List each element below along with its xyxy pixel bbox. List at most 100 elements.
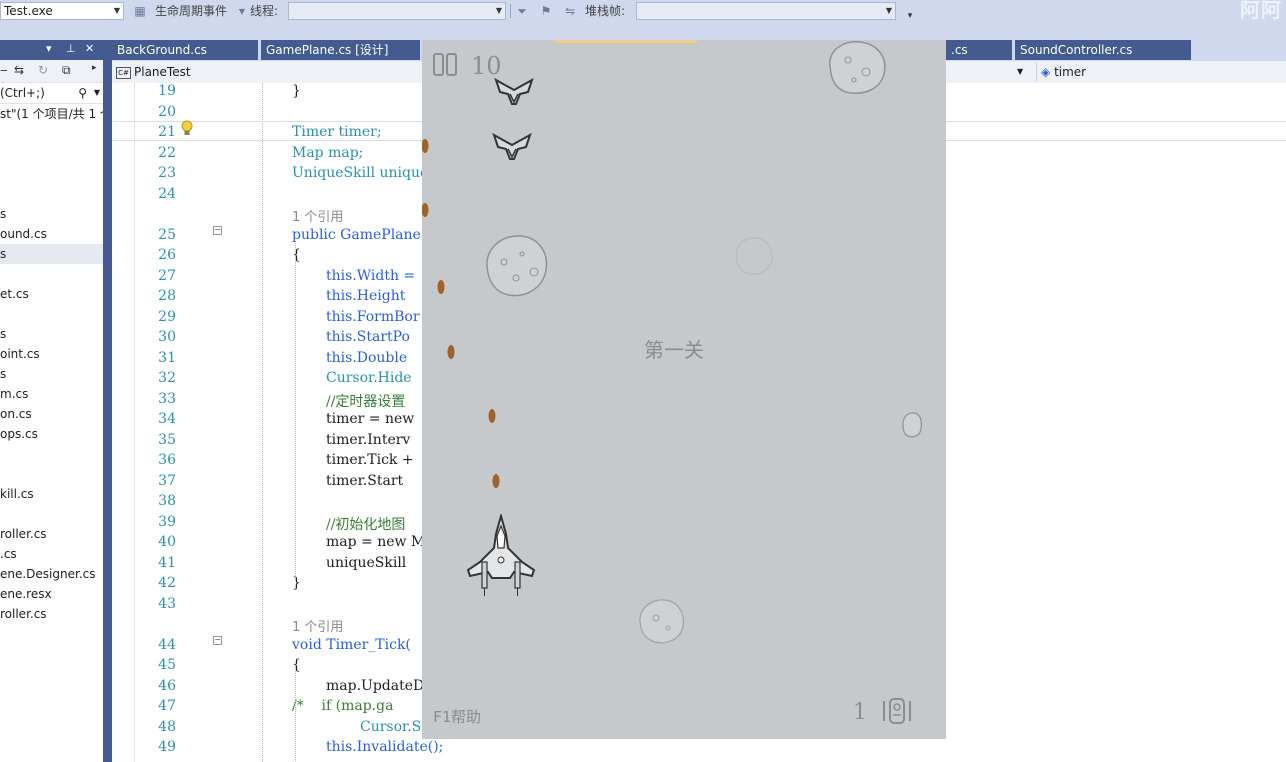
tab-cs[interactable]: .cs [946,40,1012,60]
code-text: } [292,83,301,99]
solution-file-item[interactable]: ops.cs [0,424,103,444]
game-window[interactable]: 10 第一关 F1帮助 1 [422,40,946,739]
back-icon[interactable]: ‒ [0,63,8,77]
player-plane[interactable] [466,514,536,598]
tab-soundcontroller-cs[interactable]: SoundController.cs [1015,40,1191,60]
solution-file-item[interactable]: .cs [0,544,103,564]
bullet [488,409,496,423]
solution-file-item[interactable] [0,464,103,484]
code-text: { [292,247,301,263]
tab-label: GamePlane.cs [设计] [266,43,389,57]
solution-file-item[interactable]: ound.cs [0,224,103,244]
flag-icon[interactable]: ⚑ [538,3,554,19]
bomb-count: 1 [853,700,867,725]
code-line: 49 this.Invalidate(); [112,739,1286,760]
solution-file-item[interactable]: m.cs [0,384,103,404]
solution-file-item[interactable]: roller.cs [0,524,103,544]
line-number: 29 [158,308,176,325]
code-text: void Timer_Tick( [292,636,411,653]
solution-file-item[interactable] [0,124,103,144]
solution-file-item[interactable]: s [0,324,103,344]
close-icon[interactable]: ✕ [85,42,94,55]
pause-icon[interactable] [433,53,458,77]
code-text: Cursor.Hide [326,370,412,386]
overflow-icon[interactable]: ▾ [902,8,918,24]
collapse-icon[interactable]: − [213,636,222,645]
solution-file-item[interactable] [0,444,103,464]
sync-icon[interactable]: ⇆ [14,63,24,77]
solution-file-item[interactable]: oint.cs [0,344,103,364]
meteor [486,235,548,297]
member-combo[interactable]: ◈ timer [1036,63,1086,81]
code-text: 1 个引用 [292,620,344,635]
solution-file-item[interactable]: s [0,364,103,384]
line-number: 31 [158,349,176,366]
tab-label: .cs [951,43,968,57]
chevron-down-icon[interactable]: ▼ [1017,63,1023,81]
solution-file-item[interactable] [0,264,103,284]
solution-explorer-header: ▾ ⊥ ✕ [0,40,103,60]
solution-file-item[interactable] [0,184,103,204]
thread-label: 线程: [250,4,279,18]
line-number: 20 [158,103,176,120]
code-text: public GamePlane( [292,226,427,243]
search-input[interactable]: (Ctrl+;) [0,86,45,100]
chevron-down-icon[interactable]: ▼ [234,3,250,19]
code-text: this.StartPo [326,329,410,345]
solution-file-item[interactable] [0,164,103,184]
solution-summary[interactable]: st"(1 个项目/共 1 个 [0,104,103,124]
code-text: //定时器设置 [326,393,406,410]
process-combo[interactable]: Test.exe ▼ [0,2,124,20]
solution-file-item[interactable] [0,504,103,524]
line-number: 35 [158,431,176,448]
solution-file-item[interactable] [0,144,103,164]
project-combo[interactable]: C# PlaneTest [116,63,191,81]
refresh-icon[interactable]: ↻ [38,63,48,77]
stack-frame-label: 堆栈帧: [585,4,626,18]
solution-file-item[interactable]: ene.resx [0,584,103,604]
code-text: Map map; [292,144,364,161]
search-icon[interactable]: ⚲ [78,83,87,103]
code-text: this.Width = [326,267,416,284]
lifecycle-icon[interactable]: ▦ [132,3,148,19]
solution-file-item[interactable]: ene.Designer.cs [0,564,103,584]
solution-file-item[interactable]: roller.cs [0,604,103,624]
bomb-icon [883,698,911,724]
chevron-down-icon: ▼ [885,6,892,15]
process-combo-value: Test.exe [4,4,53,18]
code-text: } [292,575,301,591]
bullet [422,139,429,153]
solution-file-item[interactable]: kill.cs [0,484,103,504]
help-hint: F1帮助 [433,708,482,726]
filter-icon[interactable]: ⏷ [514,3,530,19]
line-number: 45 [158,657,176,673]
solution-file-item[interactable]: on.cs [0,404,103,424]
line-number: 47 [158,698,176,714]
solution-file-item[interactable]: s [0,204,103,224]
line-number: 43 [158,595,176,612]
code-text: uniqueSkill [326,554,407,571]
line-number: 49 [158,739,176,755]
solution-file-item[interactable]: s [0,244,103,264]
indent-guide [295,243,296,578]
solution-file-item[interactable]: et.cs [0,284,103,304]
collapse-icon[interactable]: − [213,226,222,235]
panel-divider[interactable] [103,40,112,762]
chevron-down-icon[interactable]: ▼ [94,83,100,103]
lightbulb-icon[interactable] [180,120,194,138]
stack-icon[interactable]: ⇋ [562,3,578,19]
thread-combo[interactable]: ▼ [288,2,506,20]
collapse-all-icon[interactable]: ⧉ [62,63,71,78]
tab-gameplane-design[interactable]: GamePlane.cs [设计] [261,40,420,60]
stack-frame-combo[interactable]: ▼ [636,2,896,20]
solution-search[interactable]: (Ctrl+;) ⚲ ▼ [0,83,103,104]
code-text: this.FormBor [326,308,420,325]
csharp-project-icon: C# [116,66,131,79]
solution-file-item[interactable] [0,304,103,324]
pin-icon[interactable]: ⊥ [66,42,76,55]
tab-background-cs[interactable]: BackGround.cs [112,40,258,60]
more-icon[interactable]: ▸ [92,63,97,73]
dropdown-icon[interactable]: ▾ [46,42,52,55]
line-number: 23 [158,165,176,181]
lifecycle-events-label[interactable]: 生命周期事件 [155,2,227,20]
